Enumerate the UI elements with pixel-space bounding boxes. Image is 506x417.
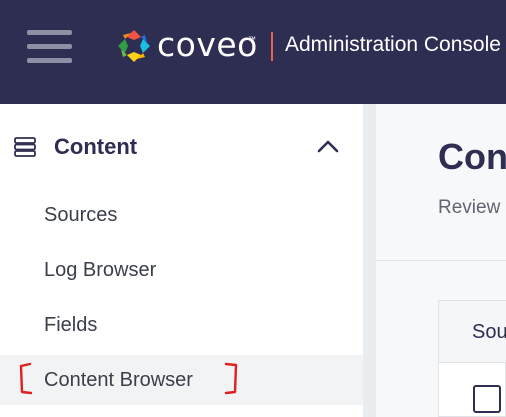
sidebar-section-label: Content <box>54 134 138 159</box>
page-title: Con <box>438 136 506 177</box>
sidebar-item-label: Log Browser <box>44 259 157 281</box>
sidebar-item-label: Sources <box>44 204 118 226</box>
console-title: Administration Console <box>285 33 501 56</box>
chevron-up-icon[interactable] <box>316 138 340 154</box>
top-header: coveo ™ Administration Console <box>0 0 506 104</box>
content-divider <box>376 260 506 261</box>
sidebar-scrollbar[interactable] <box>363 104 376 417</box>
main-content: Con Review Sou <box>376 104 506 417</box>
storage-icon <box>14 137 36 157</box>
highlight-bracket-right <box>224 362 238 395</box>
sidebar: Content Sources Log Browser Fields Conte… <box>0 104 363 417</box>
sidebar-item-fields[interactable]: Fields <box>0 300 363 350</box>
brand-wordmark: coveo <box>157 25 258 64</box>
trademark-symbol: ™ <box>248 35 256 44</box>
sidebar-section-content[interactable]: Content <box>0 124 363 172</box>
sidebar-item-sources[interactable]: Sources <box>0 190 363 240</box>
header-divider <box>271 32 273 61</box>
sidebar-item-log-browser[interactable]: Log Browser <box>0 245 363 295</box>
row-checkbox[interactable] <box>473 385 501 413</box>
coveo-logo-icon <box>118 30 150 62</box>
sidebar-item-label: Content Browser <box>44 369 193 391</box>
page-subtitle: Review <box>438 197 501 218</box>
menu-icon[interactable] <box>27 30 72 64</box>
card-header-label: Sou <box>472 321 506 343</box>
sources-card: Sou <box>438 300 506 417</box>
sidebar-item-content-browser[interactable]: Content Browser <box>0 355 363 405</box>
card-header: Sou <box>439 301 506 363</box>
highlight-bracket-left <box>19 362 32 395</box>
sidebar-item-label: Fields <box>44 314 98 336</box>
